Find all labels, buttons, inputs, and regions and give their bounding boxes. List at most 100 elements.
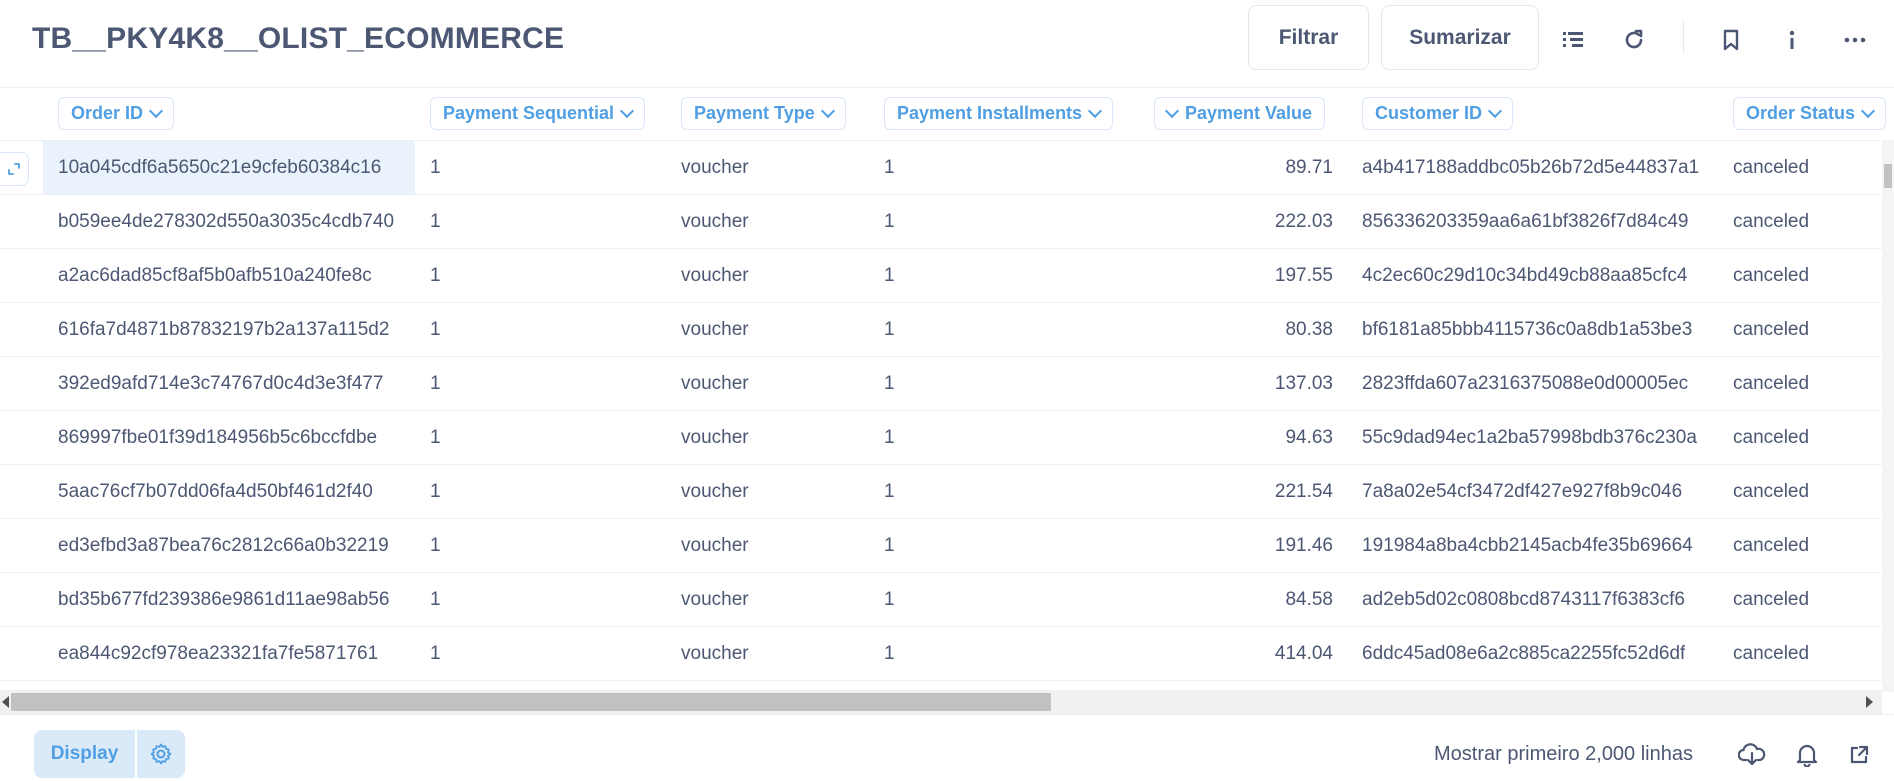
- filter-button[interactable]: Filtrar: [1248, 5, 1369, 70]
- payment-value-cell[interactable]: 221.54: [1150, 465, 1333, 518]
- order-status-cell[interactable]: canceled: [1733, 411, 1809, 464]
- payment-type-cell[interactable]: voucher: [681, 303, 749, 356]
- order-status-cell[interactable]: canceled: [1733, 195, 1809, 248]
- payment-sequential-cell[interactable]: 1: [430, 303, 441, 356]
- column-header-customer-id[interactable]: Customer ID: [1362, 97, 1514, 130]
- payment-installments-cell[interactable]: 1: [884, 411, 895, 464]
- table-row[interactable]: b059ee4de278302d550a3035c4cdb740 1 voucher…: [0, 195, 1882, 249]
- payment-installments-cell[interactable]: 1: [884, 141, 895, 194]
- payment-value-cell[interactable]: 84.58: [1150, 573, 1333, 626]
- share-external-icon[interactable]: [1843, 739, 1875, 771]
- payment-value-cell[interactable]: 197.55: [1150, 249, 1333, 302]
- payment-installments-cell[interactable]: 1: [884, 465, 895, 518]
- order-id-cell[interactable]: ed3efbd3a87bea76c2812c66a0b32219: [43, 519, 415, 572]
- payment-type-cell[interactable]: voucher: [681, 627, 749, 680]
- display-button[interactable]: Display: [34, 730, 135, 778]
- order-status-cell[interactable]: canceled: [1733, 357, 1809, 410]
- table-row[interactable]: 10a045cdf6a5650c21e9cfeb60384c16 1 voucher…: [0, 141, 1882, 195]
- payment-value-cell[interactable]: 191.46: [1150, 519, 1333, 572]
- order-id-cell[interactable]: 869997fbe01f39d184956b5c6bccfdbe: [43, 411, 415, 464]
- order-status-cell[interactable]: canceled: [1733, 519, 1809, 572]
- payment-installments-cell[interactable]: 1: [884, 195, 895, 248]
- payment-sequential-cell[interactable]: 1: [430, 465, 441, 518]
- order-status-cell[interactable]: canceled: [1733, 465, 1809, 518]
- customer-id-cell[interactable]: 856336203359aa6a61bf3826f7d84c49: [1362, 195, 1689, 248]
- table-row[interactable]: 5aac76cf7b07dd06fa4d50bf461d2f40 1 voucher…: [0, 465, 1882, 519]
- info-icon[interactable]: [1774, 22, 1810, 58]
- payment-installments-cell[interactable]: 1: [884, 573, 895, 626]
- order-id-cell[interactable]: ea844c92cf978ea23321fa7fe5871761: [43, 627, 415, 680]
- bell-icon[interactable]: [1791, 739, 1823, 771]
- notebook-editor-icon[interactable]: [1556, 22, 1592, 58]
- vertical-scrollbar[interactable]: [1882, 140, 1894, 692]
- payment-value-cell[interactable]: 89.71: [1150, 141, 1333, 194]
- table-row[interactable]: bd35b677fd239386e9861d11ae98ab56 1 voucher…: [0, 573, 1882, 627]
- payment-type-cell[interactable]: voucher: [681, 249, 749, 302]
- horizontal-scrollbar[interactable]: [0, 690, 1882, 714]
- payment-type-cell[interactable]: voucher: [681, 141, 749, 194]
- payment-value-cell[interactable]: 222.03: [1150, 195, 1333, 248]
- table-row[interactable]: ea844c92cf978ea23321fa7fe5871761 1 voucher…: [0, 627, 1882, 681]
- payment-sequential-cell[interactable]: 1: [430, 141, 441, 194]
- order-status-cell[interactable]: canceled: [1733, 249, 1809, 302]
- order-id-cell[interactable]: 392ed9afd714e3c74767d0c4d3e3f477: [43, 357, 415, 410]
- payment-type-cell[interactable]: voucher: [681, 357, 749, 410]
- payment-installments-cell[interactable]: 1: [884, 303, 895, 356]
- payment-value-cell[interactable]: 414.04: [1150, 627, 1333, 680]
- customer-id-cell[interactable]: a4b417188addbc05b26b72d5e44837a1: [1362, 141, 1699, 194]
- scroll-right-arrow-icon[interactable]: [1866, 696, 1873, 708]
- more-options-icon[interactable]: [1837, 22, 1873, 58]
- payment-type-cell[interactable]: voucher: [681, 411, 749, 464]
- payment-sequential-cell[interactable]: 1: [430, 195, 441, 248]
- payment-sequential-cell[interactable]: 1: [430, 627, 441, 680]
- column-header-order-id[interactable]: Order ID: [58, 97, 175, 130]
- order-status-cell[interactable]: canceled: [1733, 303, 1809, 356]
- table-row[interactable]: 869997fbe01f39d184956b5c6bccfdbe 1 voucher…: [0, 411, 1882, 465]
- order-status-cell[interactable]: canceled: [1733, 141, 1809, 194]
- scroll-left-arrow-icon[interactable]: [2, 696, 9, 708]
- column-header-order-status[interactable]: Order Status: [1733, 97, 1887, 130]
- payment-sequential-cell[interactable]: 1: [430, 249, 441, 302]
- payment-type-cell[interactable]: voucher: [681, 519, 749, 572]
- order-id-cell[interactable]: bd35b677fd239386e9861d11ae98ab56: [43, 573, 415, 626]
- payment-installments-cell[interactable]: 1: [884, 357, 895, 410]
- customer-id-cell[interactable]: 191984a8ba4cbb2145acb4fe35b69664: [1362, 519, 1693, 572]
- vertical-scrollbar-thumb[interactable]: [1884, 164, 1892, 188]
- bookmark-icon[interactable]: [1713, 22, 1749, 58]
- column-header-payment-sequential[interactable]: Payment Sequential: [430, 97, 646, 130]
- customer-id-cell[interactable]: 4c2ec60c29d10c34bd49cb88aa85cfc4: [1362, 249, 1687, 302]
- order-id-cell[interactable]: 616fa7d4871b87832197b2a137a115d2: [43, 303, 415, 356]
- order-status-cell[interactable]: canceled: [1733, 573, 1809, 626]
- payment-installments-cell[interactable]: 1: [884, 249, 895, 302]
- payment-value-cell[interactable]: 94.63: [1150, 411, 1333, 464]
- order-id-cell[interactable]: 10a045cdf6a5650c21e9cfeb60384c16: [43, 141, 415, 194]
- payment-type-cell[interactable]: voucher: [681, 465, 749, 518]
- summarize-button[interactable]: Sumarizar: [1381, 5, 1539, 70]
- payment-installments-cell[interactable]: 1: [884, 519, 895, 572]
- customer-id-cell[interactable]: 6ddc45ad08e6a2c885ca2255fc52d6df: [1362, 627, 1685, 680]
- gear-icon[interactable]: [137, 730, 185, 778]
- payment-type-cell[interactable]: voucher: [681, 195, 749, 248]
- customer-id-cell[interactable]: 55c9dad94ec1a2ba57998bdb376c230a: [1362, 411, 1697, 464]
- table-row[interactable]: 616fa7d4871b87832197b2a137a115d2 1 voucher…: [0, 303, 1882, 357]
- payment-installments-cell[interactable]: 1: [884, 627, 895, 680]
- column-header-payment-type[interactable]: Payment Type: [681, 97, 846, 130]
- column-header-payment-value[interactable]: Payment Value: [1154, 97, 1326, 130]
- table-row[interactable]: 392ed9afd714e3c74767d0c4d3e3f477 1 voucher…: [0, 357, 1882, 411]
- customer-id-cell[interactable]: ad2eb5d02c0808bcd8743117f6383cf6: [1362, 573, 1685, 626]
- payment-sequential-cell[interactable]: 1: [430, 573, 441, 626]
- column-header-payment-installments[interactable]: Payment Installments: [884, 97, 1114, 130]
- order-id-cell[interactable]: b059ee4de278302d550a3035c4cdb740: [43, 195, 415, 248]
- customer-id-cell[interactable]: 7a8a02e54cf3472df427e927f8b9c046: [1362, 465, 1682, 518]
- customer-id-cell[interactable]: bf6181a85bbb4115736c0a8db1a53be3: [1362, 303, 1692, 356]
- order-id-cell[interactable]: 5aac76cf7b07dd06fa4d50bf461d2f40: [43, 465, 415, 518]
- expand-row-icon[interactable]: [0, 152, 29, 186]
- payment-sequential-cell[interactable]: 1: [430, 357, 441, 410]
- order-id-cell[interactable]: a2ac6dad85cf8af5b0afb510a240fe8c: [43, 249, 415, 302]
- payment-type-cell[interactable]: voucher: [681, 573, 749, 626]
- payment-value-cell[interactable]: 80.38: [1150, 303, 1333, 356]
- payment-value-cell[interactable]: 137.03: [1150, 357, 1333, 410]
- horizontal-scrollbar-thumb[interactable]: [11, 693, 1051, 711]
- refresh-icon[interactable]: [1616, 22, 1652, 58]
- payment-sequential-cell[interactable]: 1: [430, 519, 441, 572]
